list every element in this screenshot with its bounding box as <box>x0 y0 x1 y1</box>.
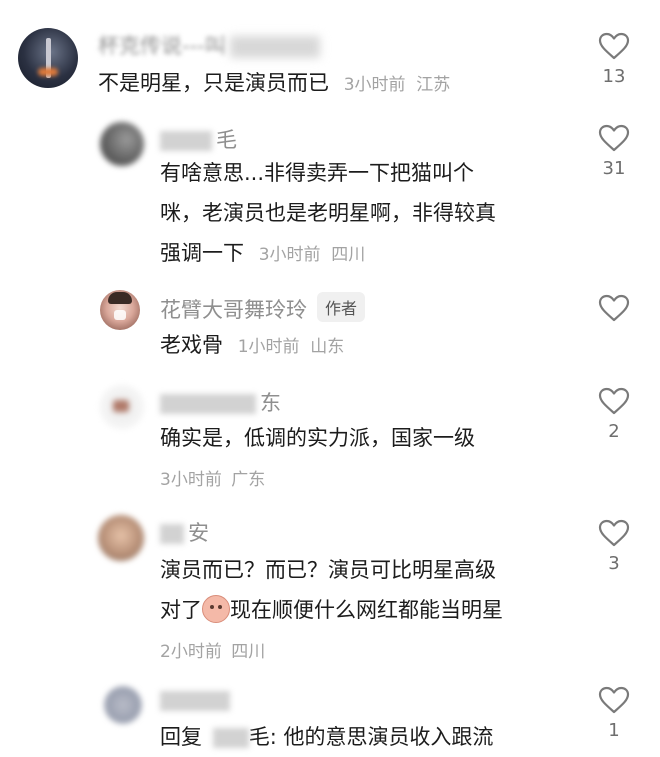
comment-item[interactable]: 花臂大哥舞玲玲 作者 老戏骨 1小时前 山东 <box>0 280 660 370</box>
comment-text-line: 咪，老演员也是老明星啊，非得较真 <box>160 201 496 225</box>
heart-outline-icon <box>598 686 630 714</box>
username[interactable]: 安 <box>160 517 209 547</box>
comment-text-line: 有啥意思...非得卖弄一下把猫叫个 <box>160 161 475 185</box>
comment-text: 回复 毛: 他的意思演员收入跟流 <box>160 725 494 749</box>
avatar[interactable] <box>18 28 78 88</box>
comment-time: 3小时前 <box>343 75 406 95</box>
censored-name-block <box>160 524 184 544</box>
like-count: 31 <box>602 158 626 179</box>
censored-name-block <box>229 36 320 58</box>
avatar[interactable] <box>100 385 144 429</box>
censored-name-block <box>160 394 256 414</box>
comment-text-line: 强调一下 3小时前 四川 <box>160 241 366 265</box>
like-button[interactable]: 13 <box>596 32 632 87</box>
reply-prefix: 回复 <box>160 725 202 749</box>
comment-text: 老戏骨 1小时前 山东 <box>160 333 345 357</box>
like-button[interactable]: 2 <box>596 387 632 442</box>
comment-text: 确实是，低调的实力派，国家一级 <box>160 426 475 450</box>
like-count: 1 <box>608 720 620 741</box>
comment-item[interactable]: 回复 毛: 他的意思演员收入跟流 1 <box>0 680 660 757</box>
comment-item[interactable]: 东 确实是，低调的实力派，国家一级 3小时前 广东 2 <box>0 375 660 500</box>
comment-meta: 3小时前 广东 <box>160 465 265 490</box>
author-badge: 作者 <box>317 292 366 322</box>
like-count: 13 <box>602 66 626 87</box>
like-count: 2 <box>608 421 620 442</box>
censored-name-block <box>160 691 230 711</box>
comment-time: 3小时前 <box>258 245 321 265</box>
comment-meta: 2小时前 四川 <box>160 637 265 662</box>
comment-time: 2小时前 <box>160 642 222 662</box>
comment-location: 广东 <box>231 470 266 490</box>
like-button[interactable]: 1 <box>596 686 632 741</box>
censored-name-block <box>212 728 249 748</box>
heart-outline-icon <box>598 294 630 322</box>
like-button[interactable] <box>596 294 632 322</box>
comment-item[interactable]: 安 演员而已？而已？演员可比明星高级 对了 现在顺便什么网红都能当明星 2小时前 … <box>0 505 660 675</box>
comment-item[interactable]: 杯克传说---叫 不是明星，只是演员而已 3小时前 江苏 13 <box>0 0 660 110</box>
comment-location: 山东 <box>310 337 345 357</box>
reply-target[interactable]: 毛 <box>249 725 270 749</box>
username[interactable]: 毛 <box>160 124 237 154</box>
like-button[interactable]: 31 <box>596 124 632 179</box>
censored-name-block <box>160 131 212 151</box>
like-count: 3 <box>608 553 620 574</box>
like-button[interactable]: 3 <box>596 519 632 574</box>
comment-location: 四川 <box>331 245 366 265</box>
comment-text-line: 对了 现在顺便什么网红都能当明星 <box>160 591 503 629</box>
comment-location: 四川 <box>231 642 266 662</box>
username[interactable]: 花臂大哥舞玲玲 作者 <box>160 292 366 324</box>
comment-text: 不是明星，只是演员而已 3小时前 江苏 <box>98 71 451 95</box>
username[interactable] <box>160 688 230 712</box>
comment-time: 1小时前 <box>237 337 300 357</box>
username[interactable]: 东 <box>160 387 281 417</box>
avatar[interactable] <box>104 686 142 724</box>
avatar[interactable] <box>100 122 144 166</box>
comment-item[interactable]: 毛 有啥意思...非得卖弄一下把猫叫个 咪，老演员也是老明星啊，非得较真 强调一… <box>0 110 660 280</box>
heart-outline-icon <box>598 387 630 415</box>
comment-time: 3小时前 <box>160 470 222 490</box>
pig-face-emoji-icon <box>202 595 230 623</box>
comment-location: 江苏 <box>416 75 451 95</box>
heart-outline-icon <box>598 124 630 152</box>
comment-text-line: 演员而已？而已？演员可比明星高级 <box>160 558 496 582</box>
username[interactable]: 杯克传说---叫 <box>98 30 320 60</box>
avatar[interactable] <box>98 515 144 561</box>
avatar[interactable] <box>100 290 140 330</box>
heart-outline-icon <box>598 519 630 547</box>
heart-outline-icon <box>598 32 630 60</box>
